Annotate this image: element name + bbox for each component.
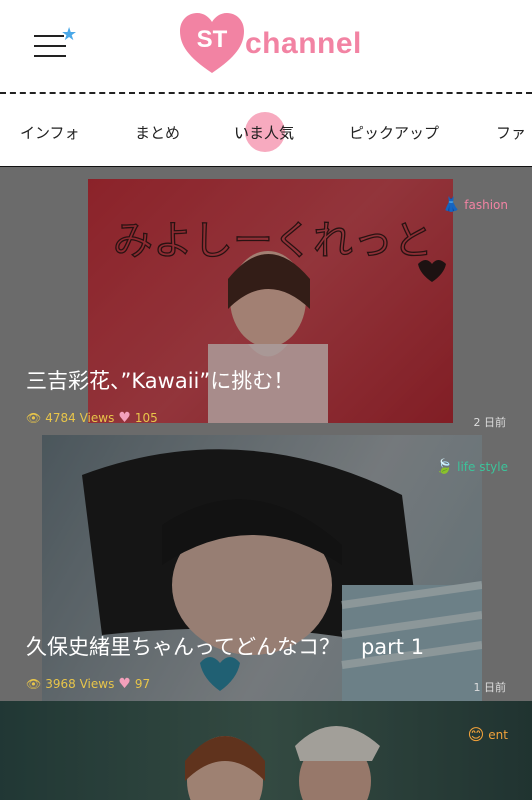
app-header: ★ ST channel <box>0 0 532 88</box>
st-channel-logo[interactable]: ST channel <box>178 13 378 75</box>
tab-fa[interactable]: ファ <box>496 122 526 143</box>
article-card[interactable]: みよしーくれっと 👗 fashion 三吉彩花、”Kawaii”に挑む！ 👁 4… <box>0 167 532 435</box>
heart-icon: ♥ <box>118 410 131 426</box>
smile-icon: 😊 <box>467 725 485 744</box>
article-feed: みよしーくれっと 👗 fashion 三吉彩花、”Kawaii”に挑む！ 👁 4… <box>0 167 532 800</box>
heart-icon: ♥ <box>118 676 131 692</box>
menu-bar-icon <box>34 45 66 47</box>
leaf-icon: 🍃 <box>435 459 454 475</box>
article-stats: 👁 3968 Views ♥ 97 <box>26 676 150 692</box>
like-count: 105 <box>134 411 158 425</box>
menu-bar-icon <box>34 35 64 37</box>
category-label: ent <box>488 727 508 742</box>
category-fashion[interactable]: 👗 fashion <box>443 197 508 213</box>
post-date: 1 日前 <box>473 681 507 694</box>
view-count: 3968 Views <box>45 677 115 691</box>
tab-popular-label: いま人気 <box>234 124 295 142</box>
menu-bar-icon <box>34 55 66 57</box>
category-ent[interactable]: 😊 ent <box>468 725 508 744</box>
article-title[interactable]: 三吉彩花、”Kawaii”に挑む！ <box>26 365 294 395</box>
article-card[interactable]: 😊 ent <box>0 701 532 800</box>
menu-button[interactable]: ★ <box>34 26 77 62</box>
like-count: 97 <box>134 677 151 691</box>
card-overlay <box>0 701 532 800</box>
tab-matome[interactable]: まとめ <box>135 122 180 143</box>
tab-pickup[interactable]: ピックアップ <box>349 122 439 143</box>
eye-icon: 👁 <box>26 411 42 425</box>
header-divider <box>0 92 532 94</box>
view-count: 4784 Views <box>45 411 115 425</box>
logo-text: channel <box>245 27 362 60</box>
eye-icon: 👁 <box>26 677 42 691</box>
dress-icon: 👗 <box>442 197 461 213</box>
category-lifestyle[interactable]: 🍃 life style <box>436 459 508 475</box>
post-date: 2 日前 <box>473 416 507 429</box>
article-card[interactable]: 🍃 life style 久保史緒里ちゃんってどんなコ？ part 1 👁 39… <box>0 435 532 701</box>
article-stats: 👁 4784 Views ♥ 105 <box>26 410 158 426</box>
category-label: fashion <box>464 198 508 212</box>
article-title[interactable]: 久保史緒里ちゃんってどんなコ？ part 1 <box>26 631 424 661</box>
tab-info[interactable]: インフォ <box>20 122 80 143</box>
category-label: life style <box>457 460 508 474</box>
star-icon: ★ <box>61 24 78 45</box>
logo-heart-text: ST <box>197 26 228 53</box>
